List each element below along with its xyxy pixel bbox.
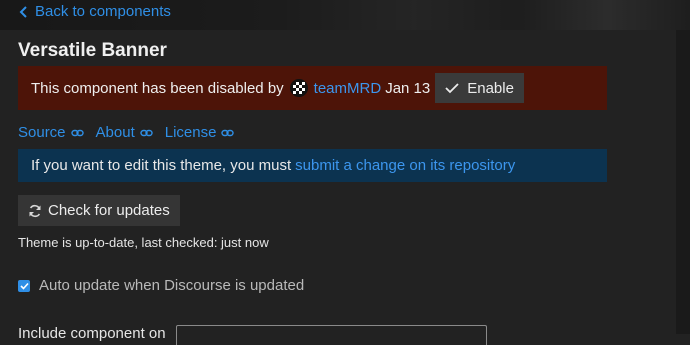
submit-change-link[interactable]: submit a change on its repository xyxy=(295,157,515,174)
enable-button[interactable]: Enable xyxy=(435,73,524,103)
about-link-label: About xyxy=(95,124,135,141)
enable-button-label: Enable xyxy=(467,79,514,97)
source-link-label: Source xyxy=(18,124,66,141)
check-for-updates-label: Check for updates xyxy=(48,202,170,219)
scrollbar-track[interactable] xyxy=(676,30,690,334)
disabled-notice-banner: This component has been disabled by team… xyxy=(18,66,607,110)
include-component-select[interactable] xyxy=(176,325,487,345)
component-links: Source About License xyxy=(18,124,235,141)
auto-update-checkbox[interactable] xyxy=(18,279,30,292)
back-to-components-link[interactable]: Back to components xyxy=(18,3,171,20)
link-icon xyxy=(221,129,235,136)
disabled-date: Jan 13 xyxy=(385,79,431,97)
disabled-message: This component has been disabled by xyxy=(31,79,284,97)
auto-update-label: Auto update when Discourse is updated xyxy=(39,277,305,294)
source-link[interactable]: Source xyxy=(18,124,84,141)
check-for-updates-button[interactable]: Check for updates xyxy=(18,195,180,226)
info-message: If you want to edit this theme, you must xyxy=(31,157,292,174)
edit-theme-info-banner: If you want to edit this theme, you must… xyxy=(18,149,607,182)
chevron-left-icon xyxy=(19,5,27,18)
page-title: Versatile Banner xyxy=(18,40,167,61)
username-link[interactable]: teamMRD xyxy=(314,80,382,97)
checkered-avatar-icon xyxy=(292,82,305,94)
checkmark-icon xyxy=(19,282,29,290)
auto-update-option[interactable]: Auto update when Discourse is updated xyxy=(18,277,304,294)
about-link[interactable]: About xyxy=(96,124,153,141)
back-link-label: Back to components xyxy=(35,3,171,20)
license-link[interactable]: License xyxy=(165,124,235,141)
avatar[interactable] xyxy=(289,79,308,97)
check-icon xyxy=(445,83,459,94)
link-icon xyxy=(70,129,84,136)
sync-icon xyxy=(29,204,41,217)
license-link-label: License xyxy=(164,124,217,141)
update-status-text: Theme is up-to-date, last checked: just … xyxy=(18,235,269,250)
link-icon xyxy=(140,129,153,136)
